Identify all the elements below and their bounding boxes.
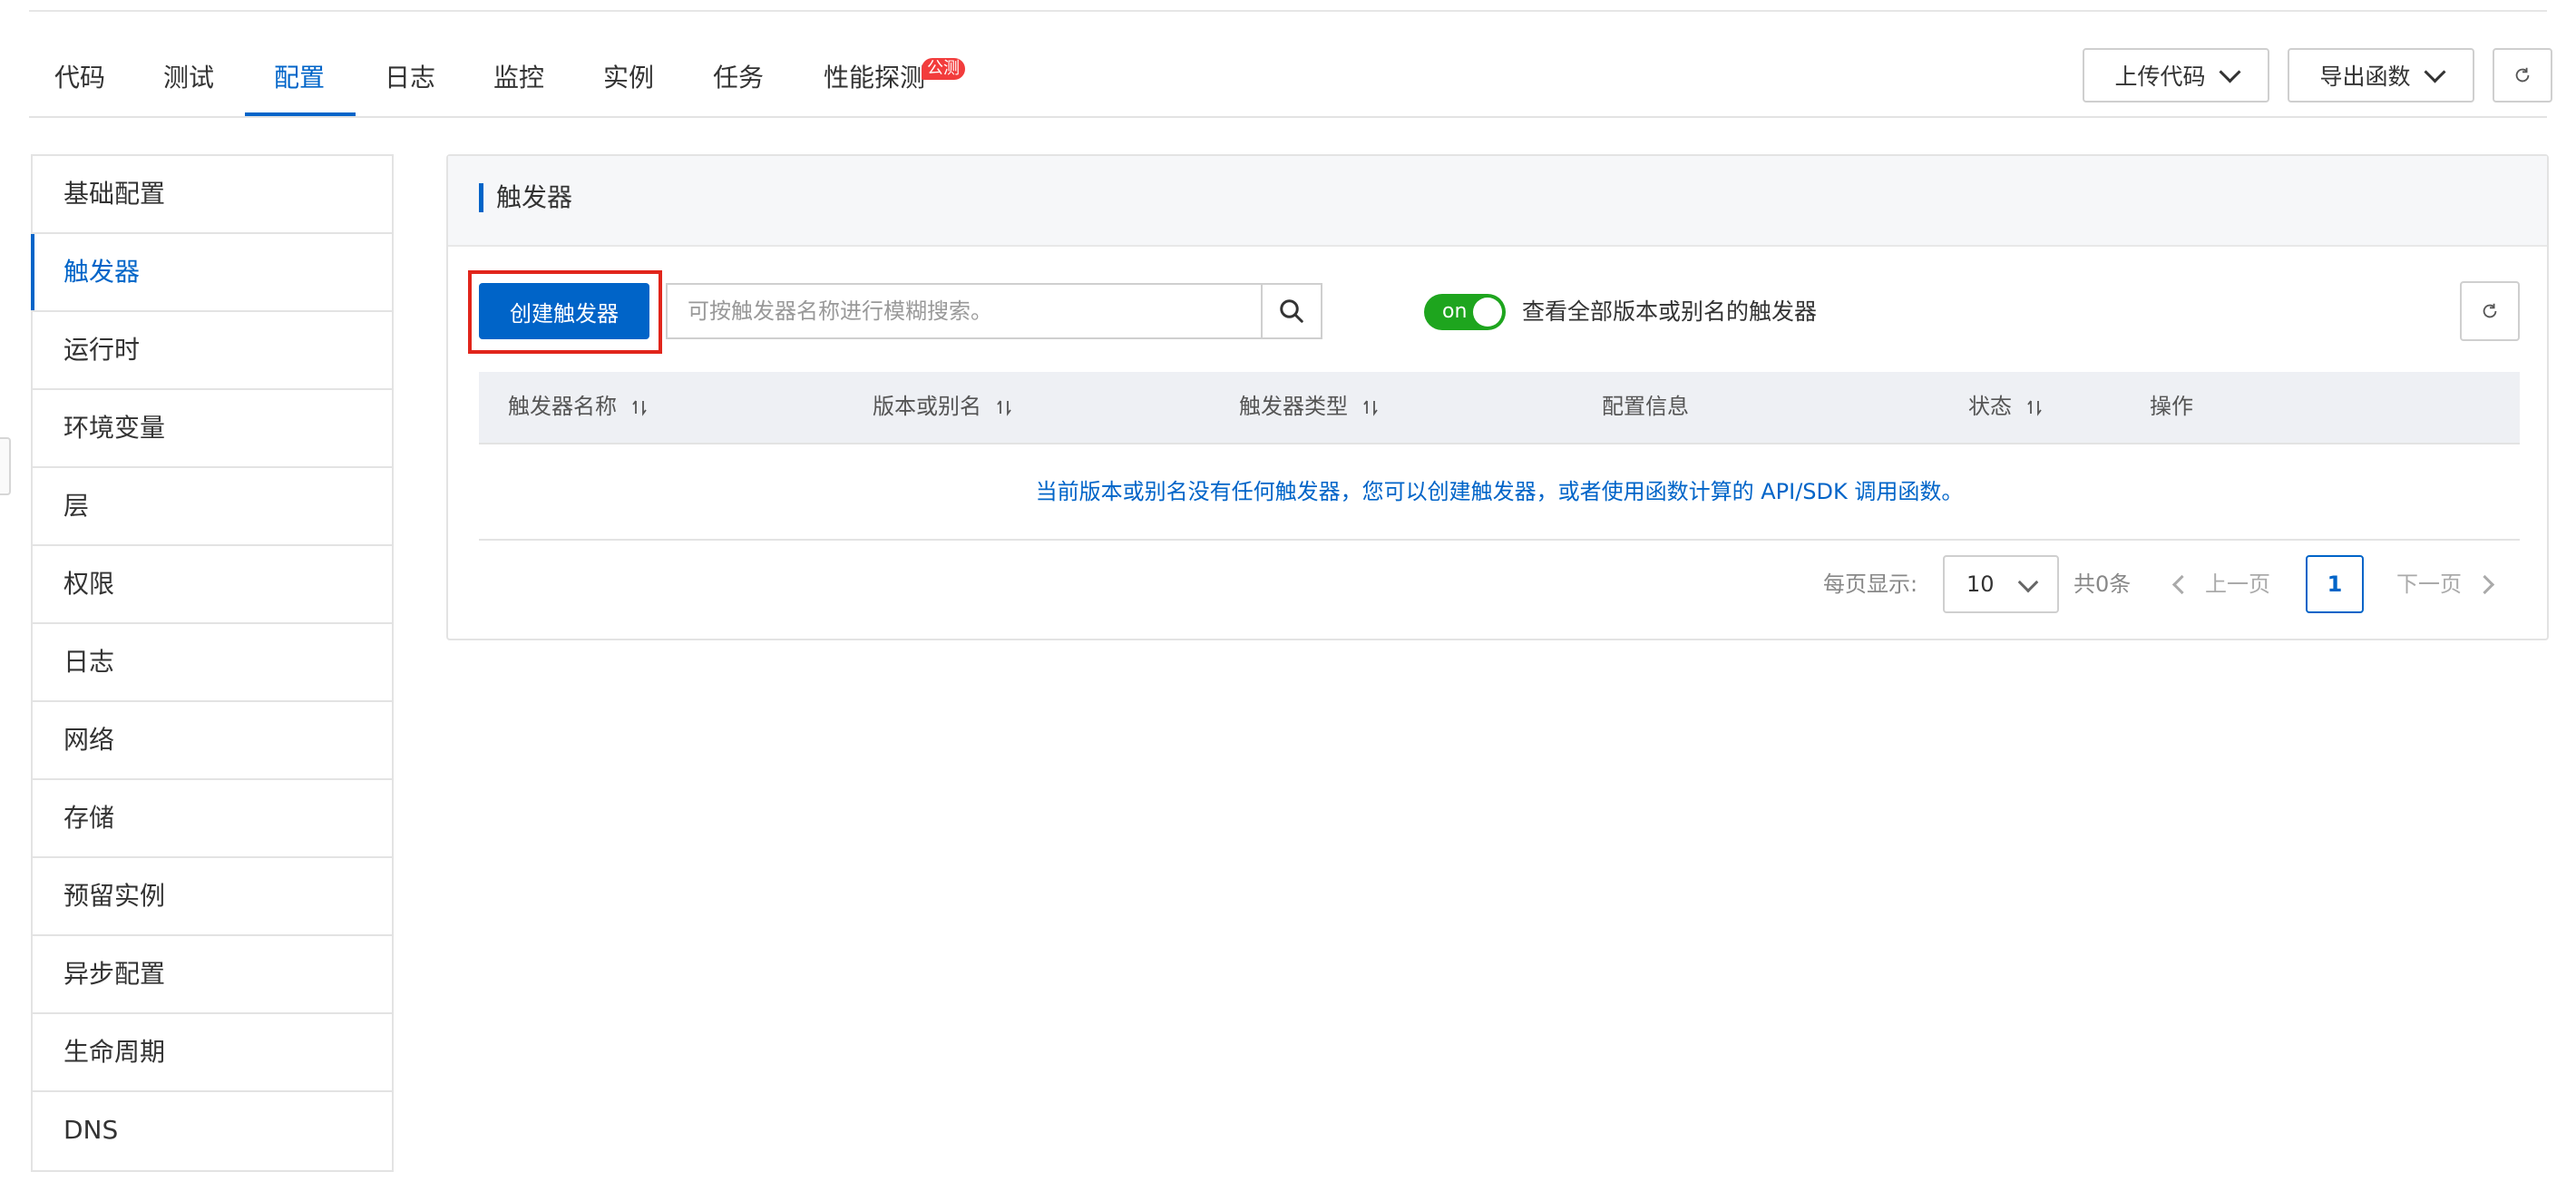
tab-tasks[interactable]: 任务	[713, 53, 764, 116]
sidebar-item-storage[interactable]: 存储	[33, 780, 392, 858]
next-page-label: 下一页	[2396, 571, 2462, 597]
tab-perf-probe-label: 性能探测	[824, 63, 926, 93]
prev-page-button[interactable]: 上一页	[2171, 555, 2270, 613]
tab-code[interactable]: 代码	[54, 53, 105, 116]
refresh-icon	[2515, 67, 2530, 83]
tab-test[interactable]: 测试	[163, 53, 214, 116]
chevron-down-icon	[2423, 60, 2446, 83]
refresh-triggers-button[interactable]	[2460, 281, 2520, 341]
sidebar-item-triggers[interactable]: 触发器	[31, 234, 392, 312]
top-divider	[29, 10, 2547, 12]
sidebar-item-async-config[interactable]: 异步配置	[33, 936, 392, 1014]
chevron-down-icon	[2218, 60, 2241, 83]
show-all-versions-label: 查看全部版本或别名的触发器	[1522, 298, 1818, 325]
toggle-state-text: on	[1442, 300, 1468, 323]
column-actions: 操作	[2150, 372, 2193, 441]
tab-instances[interactable]: 实例	[603, 53, 654, 116]
table-empty-row: 当前版本或别名没有任何触发器，您可以创建触发器，或者使用函数计算的 API/SD…	[479, 444, 2520, 541]
table-header: 触发器名称 版本或别名 触发器类型 配置信息 状态 操作	[479, 372, 2520, 444]
tab-monitor[interactable]: 监控	[493, 53, 544, 116]
column-label: 触发器类型	[1239, 394, 1348, 419]
trigger-search-input[interactable]	[666, 283, 1261, 339]
column-trigger-type[interactable]: 触发器类型	[1239, 372, 1381, 441]
prev-page-label: 上一页	[2205, 571, 2270, 597]
active-tab-indicator	[245, 112, 356, 116]
sidebar-item-basic-config[interactable]: 基础配置	[33, 156, 392, 234]
sort-icon	[1363, 400, 1378, 416]
page-size-select[interactable]: 10	[1943, 555, 2059, 613]
search-button[interactable]	[1261, 283, 1322, 339]
column-label: 操作	[2150, 394, 2193, 419]
search-icon	[1280, 299, 1303, 323]
page-size-label: 每页显示:	[1823, 571, 1918, 597]
next-page-button[interactable]: 下一页	[2396, 555, 2495, 613]
sidebar-item-lifecycle[interactable]: 生命周期	[33, 1014, 392, 1092]
sidebar-item-network[interactable]: 网络	[33, 702, 392, 780]
refresh-icon	[2483, 303, 2497, 318]
refresh-page-button[interactable]	[2493, 48, 2552, 103]
sidebar-item-reserved-instances[interactable]: 预留实例	[33, 858, 392, 936]
empty-message[interactable]: 当前版本或别名没有任何触发器，您可以创建触发器，或者使用函数计算的 API/SD…	[479, 444, 2520, 539]
column-label: 触发器名称	[508, 394, 617, 419]
sidebar-item-dns[interactable]: DNS	[33, 1092, 392, 1170]
sidebar-item-permissions[interactable]: 权限	[33, 546, 392, 624]
column-version-alias[interactable]: 版本或别名	[873, 372, 1014, 441]
collapse-handle[interactable]	[0, 437, 11, 495]
column-config-info: 配置信息	[1602, 372, 1689, 441]
column-label: 配置信息	[1602, 394, 1689, 419]
config-sidebar: 基础配置 触发器 运行时 环境变量 层 权限 日志 网络 存储 预留实例 异步配…	[31, 154, 394, 1172]
panel-title: 触发器	[479, 183, 572, 212]
sidebar-item-runtime[interactable]: 运行时	[33, 312, 392, 390]
sort-icon	[2027, 400, 2042, 416]
tab-perf-probe[interactable]: 性能探测	[824, 53, 925, 116]
total-count: 共0条	[2073, 571, 2132, 597]
triggers-panel: 触发器 创建触发器 on 查看全部版本或别名的触发器 触发器名称 版本或别名 触…	[446, 154, 2549, 640]
panel-header: 触发器	[448, 156, 2547, 247]
chevron-left-icon	[2171, 574, 2192, 594]
sort-icon	[632, 400, 647, 416]
toggle-knob	[1473, 298, 1502, 327]
create-trigger-button[interactable]: 创建触发器	[479, 283, 649, 339]
tab-config[interactable]: 配置	[274, 53, 325, 116]
show-all-versions-toggle[interactable]: on	[1424, 294, 1506, 330]
export-function-label: 导出函数	[2319, 63, 2411, 90]
column-label: 状态	[1968, 394, 2012, 419]
upload-code-label: 上传代码	[2114, 63, 2206, 90]
page-number-current[interactable]: 1	[2306, 555, 2364, 613]
sidebar-item-logs[interactable]: 日志	[33, 624, 392, 702]
upload-code-button[interactable]: 上传代码	[2083, 48, 2269, 103]
chevron-right-icon	[2474, 574, 2495, 594]
column-label: 版本或别名	[873, 394, 981, 419]
sidebar-item-env-vars[interactable]: 环境变量	[33, 390, 392, 468]
beta-badge: 公测	[922, 58, 965, 80]
column-status[interactable]: 状态	[1968, 372, 2044, 441]
chevron-down-icon	[2017, 571, 2039, 593]
export-function-button[interactable]: 导出函数	[2288, 48, 2474, 103]
sort-icon	[997, 400, 1011, 416]
column-trigger-name[interactable]: 触发器名称	[508, 372, 649, 441]
page-size-value: 10	[1966, 571, 1995, 597]
tab-logs[interactable]: 日志	[385, 53, 435, 116]
sidebar-item-layers[interactable]: 层	[33, 468, 392, 546]
